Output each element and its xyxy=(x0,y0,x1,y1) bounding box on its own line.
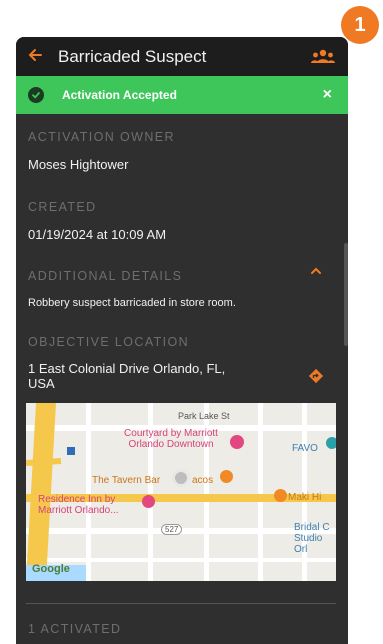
map-label-residence-line2: Marriott Orlando... xyxy=(38,505,119,516)
location-pin-icon xyxy=(172,469,190,487)
location-value-line2: USA xyxy=(28,376,55,391)
location-map[interactable]: Park Lake St Courtyard by Marriott Orlan… xyxy=(26,403,336,581)
section-divider xyxy=(26,603,336,604)
group-icon[interactable] xyxy=(310,48,336,66)
location-value-line1: 1 East Colonial Drive Orlando, FL, xyxy=(28,361,226,376)
restaurant-pin-icon-2[interactable] xyxy=(274,489,287,502)
page-title: Barricaded Suspect xyxy=(58,46,207,66)
created-value: 01/19/2024 at 10:09 AM xyxy=(28,227,167,242)
back-arrow-icon[interactable] xyxy=(28,46,52,67)
directions-icon[interactable] xyxy=(308,368,324,389)
map-label-park-lake: Park Lake St xyxy=(178,411,230,421)
map-label-bridal-line2: Studio Orl xyxy=(294,533,323,555)
route-shield: 527 xyxy=(161,524,183,535)
map-label-residence: Residence Inn by Marriott Orlando... xyxy=(38,494,119,516)
map-attribution-logo: Google xyxy=(32,563,70,575)
place-pin-icon[interactable] xyxy=(326,437,336,449)
map-label-bridal-line1: Bridal C xyxy=(294,522,330,533)
map-label-courtyard-line2: Orlando Downtown xyxy=(128,439,214,450)
chevron-up-icon[interactable] xyxy=(310,264,322,282)
map-label-maki: Maki Hi xyxy=(288,492,322,503)
map-label-favo: FAVO xyxy=(292,443,318,454)
phone-screen: Barricaded Suspect Activation Accepted ×… xyxy=(16,37,348,644)
owner-label: ACTIVATION OWNER xyxy=(28,130,175,144)
map-label-courtyard: Courtyard by Marriott Orlando Downtown xyxy=(108,428,234,450)
map-label-courtyard-line1: Courtyard by Marriott xyxy=(124,428,218,439)
hotel-pin-icon-2[interactable] xyxy=(142,495,155,508)
step-number-badge: 1 xyxy=(341,6,379,44)
owner-value: Moses Hightower xyxy=(28,157,129,172)
details-label: ADDITIONAL DETAILS xyxy=(28,269,183,283)
banner-text: Activation Accepted xyxy=(62,88,177,102)
hotel-pin-icon[interactable] xyxy=(230,435,244,449)
map-label-tacos: acos xyxy=(192,475,214,486)
activation-accepted-banner: Activation Accepted × xyxy=(16,76,348,114)
activated-label: 1 ACTIVATED xyxy=(28,622,122,636)
scrollbar[interactable] xyxy=(344,243,348,346)
restaurant-pin-icon[interactable] xyxy=(220,470,233,483)
map-label-tavern: The Tavern Bar xyxy=(92,475,161,486)
location-label: OBJECTIVE LOCATION xyxy=(28,335,190,349)
created-label: CREATED xyxy=(28,200,97,214)
map-label-bridal: Bridal C Studio Orl xyxy=(294,522,336,555)
app-bar: Barricaded Suspect xyxy=(16,37,348,76)
map-label-residence-line1: Residence Inn by xyxy=(38,494,116,505)
close-icon[interactable]: × xyxy=(323,86,332,104)
check-circle-icon xyxy=(28,87,44,103)
details-value: Robbery suspect barricaded in store room… xyxy=(28,297,236,309)
